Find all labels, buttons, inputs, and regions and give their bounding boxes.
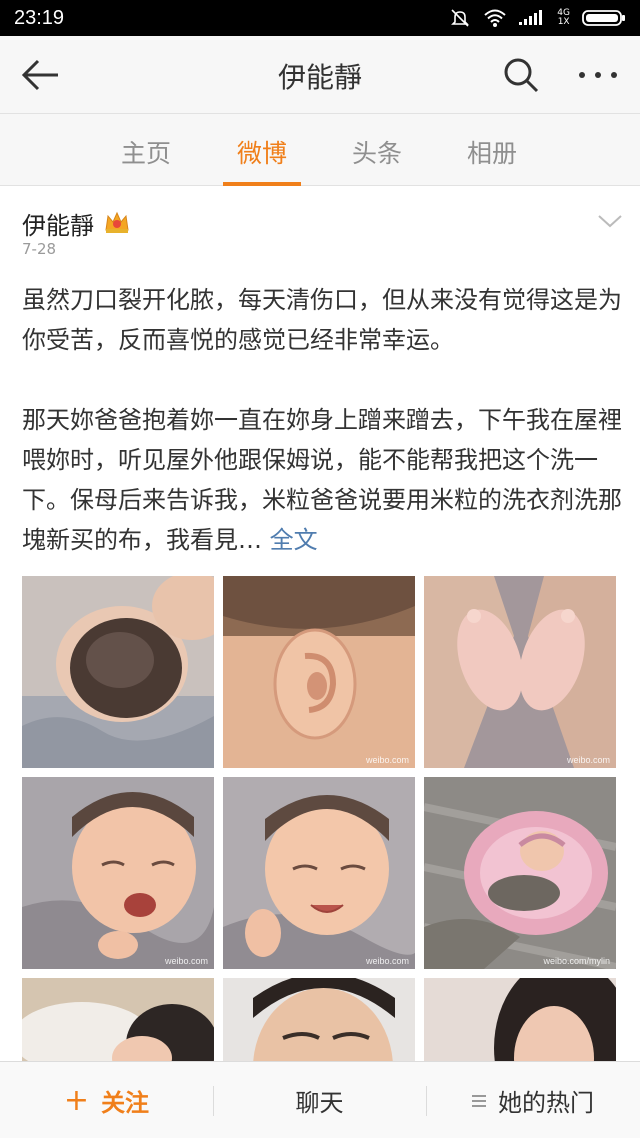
page-title: 伊能靜 xyxy=(277,61,362,94)
photo-baby-ear[interactable]: weibo.com xyxy=(223,576,415,768)
photo-baby-feet-heart[interactable]: weibo.com xyxy=(424,576,616,768)
more-options-icon[interactable] xyxy=(572,54,624,96)
chat-button[interactable]: 聊天 xyxy=(213,1062,426,1138)
verified-crown-icon xyxy=(105,211,129,233)
bottom-action-bar: + 关注 聊天 她的热门 xyxy=(0,1061,640,1138)
follow-label: 关注 xyxy=(101,1089,150,1117)
photo-baby-head[interactable] xyxy=(22,576,214,768)
signal-icon xyxy=(519,10,543,25)
post-card: 伊能靜 7-28 虽然刀口裂开化脓，每天清伤口，但从来没有觉得这是为你受苦，反而… xyxy=(0,186,640,1061)
network-type: 4G 1X xyxy=(557,8,570,27)
profile-tabs: 主页 微博 头条 相册 xyxy=(0,114,640,186)
watermark: weibo.com xyxy=(164,956,208,966)
post-text: 虽然刀口裂开化脓，每天清伤口，但从来没有觉得这是为你受苦，反而喜悦的感觉已经非常… xyxy=(22,280,622,560)
chevron-down-icon[interactable] xyxy=(596,212,624,230)
post-author[interactable]: 伊能靜 xyxy=(22,206,94,241)
watermark: weibo.com xyxy=(365,755,409,765)
wifi-icon xyxy=(484,9,506,27)
photo-baby-smiling[interactable]: weibo.com xyxy=(223,777,415,969)
status-icons: 4G 1X xyxy=(449,7,626,29)
full-text-link[interactable]: 全文 xyxy=(270,526,318,554)
menu-icon xyxy=(472,1092,486,1110)
follow-button[interactable]: + 关注 xyxy=(0,1062,213,1138)
nav-bar: 伊能靜 xyxy=(0,36,640,114)
photo-baby-pink-blanket[interactable]: weibo.com/mylin xyxy=(424,777,616,969)
tab-album[interactable]: 相册 xyxy=(442,134,542,170)
hot-label: 她的热门 xyxy=(498,1089,594,1117)
battery-icon xyxy=(582,10,625,26)
plus-icon: + xyxy=(63,1083,90,1118)
watermark: weibo.com/mylin xyxy=(543,956,610,966)
photo-baby-on-shoulder[interactable] xyxy=(22,978,214,1061)
chat-label: 聊天 xyxy=(295,1089,344,1117)
post-date: 7-28 xyxy=(22,240,57,258)
watermark: weibo.com xyxy=(566,755,610,765)
post-paragraph-1: 虽然刀口裂开化脓，每天清伤口，但从来没有觉得这是为你受苦，反而喜悦的感觉已经非常… xyxy=(22,286,622,354)
photo-father-portrait[interactable] xyxy=(223,978,415,1061)
post-paragraph-2: 那天妳爸爸抱着妳一直在妳身上蹭来蹭去，下午我在屋裡喂妳时，听见屋外他跟保姆说，能… xyxy=(22,406,622,554)
clock: 23:19 xyxy=(14,6,65,29)
photo-mother-portrait[interactable] xyxy=(424,978,616,1061)
search-icon[interactable] xyxy=(500,54,542,96)
tab-home[interactable]: 主页 xyxy=(96,134,196,170)
photo-baby-yawning[interactable]: weibo.com xyxy=(22,777,214,969)
watermark: weibo.com xyxy=(365,956,409,966)
status-bar: 23:19 4G 1X xyxy=(0,0,640,36)
silent-icon xyxy=(451,9,470,27)
tab-weibo[interactable]: 微博 xyxy=(212,134,312,170)
her-hot-button[interactable]: 她的热门 xyxy=(426,1062,640,1138)
tab-headlines[interactable]: 头条 xyxy=(327,134,427,170)
